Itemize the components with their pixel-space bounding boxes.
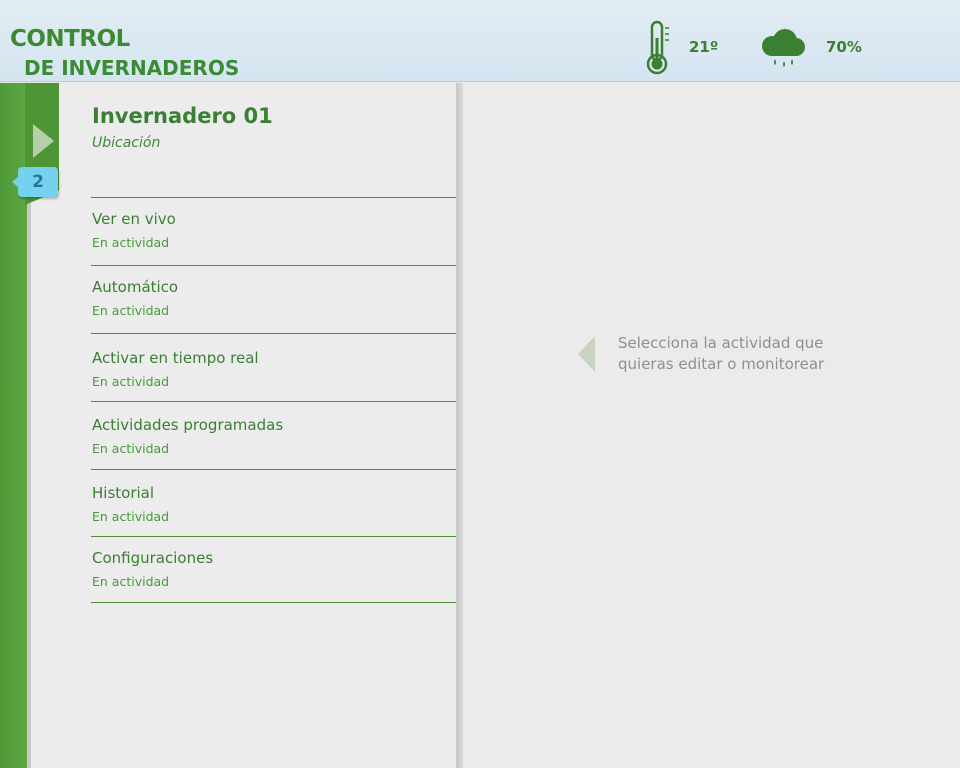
logo-line1: CONTROL bbox=[10, 26, 130, 52]
menu-item-activar-tiempo-real[interactable]: Activar en tiempo real En actividad bbox=[92, 349, 452, 409]
temperature-value: 21º bbox=[689, 38, 719, 56]
menu-item-label: Historial bbox=[92, 484, 155, 502]
menu-divider bbox=[91, 469, 456, 470]
menu-item-status: En actividad bbox=[92, 574, 170, 589]
chevron-left-icon bbox=[578, 336, 595, 372]
menu-divider bbox=[91, 536, 456, 537]
app-logo[interactable]: CONTROL DE INVERNADEROS bbox=[10, 16, 260, 80]
menu-item-status: En actividad bbox=[92, 509, 170, 524]
menu-item-ver-en-vivo[interactable]: Ver en vivo En actividad bbox=[92, 210, 452, 270]
menu-item-label: Activar en tiempo real bbox=[92, 349, 259, 367]
panel-divider bbox=[456, 83, 463, 768]
menu-divider bbox=[91, 602, 456, 603]
greenhouse-location: Ubicación bbox=[92, 135, 161, 151]
menu-item-status: En actividad bbox=[92, 235, 170, 250]
greenhouse-title: Invernadero 01 bbox=[92, 104, 273, 128]
chevron-right-icon[interactable] bbox=[33, 124, 54, 158]
menu-item-automatico[interactable]: Automático En actividad bbox=[92, 278, 452, 338]
hint-line1: Selecciona la actividad que bbox=[618, 334, 824, 352]
humidity-value: 70% bbox=[826, 38, 862, 56]
menu-divider bbox=[91, 401, 456, 402]
menu-item-status: En actividad bbox=[92, 441, 170, 456]
menu-item-label: Ver en vivo bbox=[92, 210, 176, 228]
menu-item-label: Automático bbox=[92, 278, 179, 296]
thermometer-icon bbox=[646, 20, 669, 75]
menu-item-status: En actividad bbox=[92, 374, 170, 389]
rain-cloud-icon bbox=[762, 29, 805, 67]
logo-line2: DE INVERNADEROS bbox=[24, 56, 240, 80]
menu-item-status: En actividad bbox=[92, 303, 170, 318]
hint-line2: quieras editar o monitorear bbox=[618, 355, 825, 373]
menu-divider bbox=[91, 333, 456, 334]
menu-item-label: Configuraciones bbox=[92, 549, 214, 567]
menu-divider bbox=[91, 197, 456, 198]
menu-divider bbox=[91, 265, 456, 266]
detail-panel bbox=[463, 83, 960, 768]
menu-item-configuraciones[interactable]: Configuraciones En actividad bbox=[92, 549, 452, 609]
empty-state-hint: Selecciona la actividad que quieras edit… bbox=[618, 333, 858, 375]
notification-badge[interactable]: 2 bbox=[12, 167, 58, 197]
menu-item-historial[interactable]: Historial En actividad bbox=[92, 484, 452, 544]
app-header: CONTROL DE INVERNADEROS 21º 70% bbox=[0, 0, 960, 82]
menu-item-label: Actividades programadas bbox=[92, 416, 284, 434]
menu-item-actividades-programadas[interactable]: Actividades programadas En actividad bbox=[92, 416, 452, 476]
